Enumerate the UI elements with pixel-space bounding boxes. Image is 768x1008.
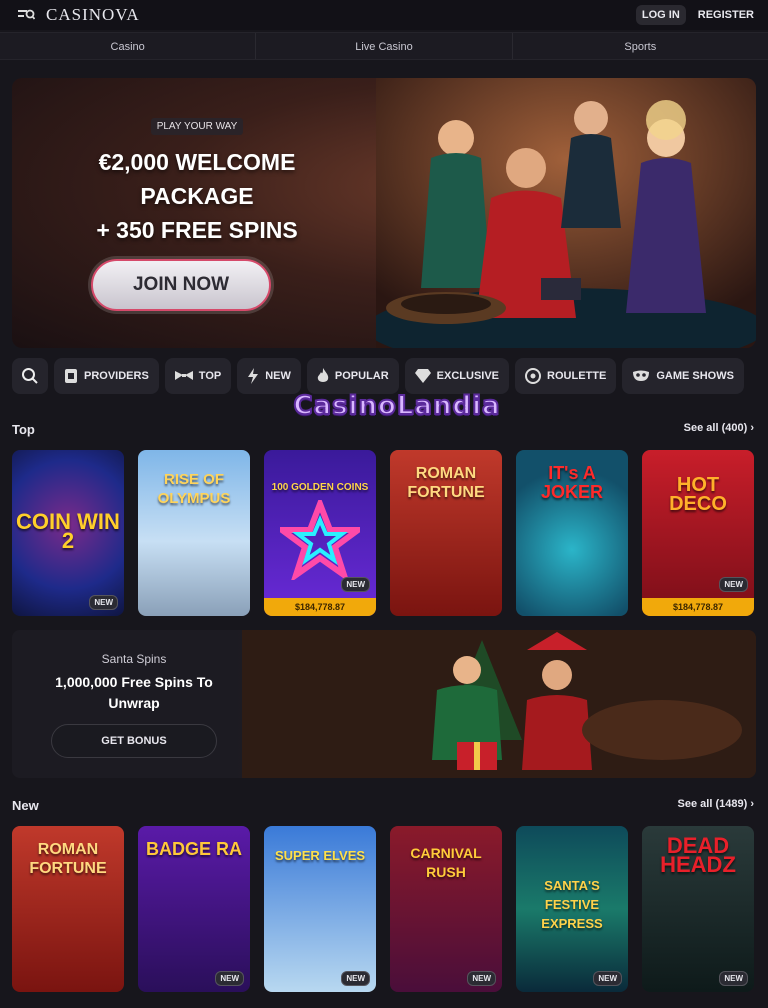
bowtie-icon — [174, 371, 193, 380]
game-card[interactable]: RISE OF OLYMPUS — [138, 450, 250, 616]
game-card[interactable]: CARNIVAL RUSH NEW — [390, 826, 502, 992]
mask-icon — [633, 370, 650, 381]
new-badge: NEW — [341, 971, 370, 986]
game-card[interactable]: SUPER ELVES NEW — [264, 826, 376, 992]
new-badge: NEW — [719, 577, 748, 592]
watermark-logo: CasinoLandia — [292, 390, 501, 422]
top-games-row: COIN WIN 2 NEW RISE OF OLYMPUS 100 GOLDE… — [12, 450, 756, 618]
hero-tag: PLAY YOUR WAY — [150, 118, 244, 135]
game-card[interactable]: BADGE RA NEW — [138, 826, 250, 992]
section-title-new: New — [12, 798, 39, 813]
jackpot-amount: $184,778.87 — [642, 598, 754, 616]
filter-providers[interactable]: PROVIDERS — [54, 358, 159, 394]
hero-illustration — [376, 78, 756, 348]
new-badge: NEW — [467, 971, 496, 986]
game-card[interactable]: HOT DECO NEW $184,778.87 — [642, 450, 754, 616]
jackpot-amount: $184,778.87 — [264, 598, 376, 616]
login-button[interactable]: LOG IN — [635, 5, 686, 25]
register-button[interactable]: REGISTER — [692, 5, 760, 25]
diamond-icon — [414, 369, 431, 383]
flame-icon — [317, 368, 329, 382]
promo-illustration — [242, 630, 756, 778]
main-nav: Casino Live Casino Sports — [0, 32, 768, 60]
game-card[interactable]: ROMAN FORTUNE — [12, 826, 124, 992]
join-now-button[interactable]: JOIN NOW — [91, 259, 271, 311]
nav-live-casino[interactable]: Live Casino — [256, 33, 513, 59]
provider-icon — [65, 369, 77, 383]
roulette-icon — [525, 368, 542, 384]
game-card[interactable]: COIN WIN 2 NEW — [12, 450, 124, 616]
filter-top[interactable]: TOP — [164, 358, 232, 394]
nav-sports[interactable]: Sports — [513, 33, 768, 59]
game-card[interactable]: IT's A JOKER — [516, 450, 628, 616]
nav-casino[interactable]: Casino — [0, 33, 257, 59]
get-bonus-button[interactable]: GET BONUS — [51, 724, 217, 758]
see-all-new-link[interactable]: See all (1489) › — [678, 798, 754, 810]
new-games-row: ROMAN FORTUNE BADGE RA NEW SUPER ELVES N… — [12, 826, 756, 994]
promo-kicker: Santa Spins — [101, 652, 167, 666]
star-icon — [280, 500, 360, 580]
filter-roulette[interactable]: ROULETTE — [515, 358, 617, 394]
new-badge: NEW — [215, 971, 244, 986]
hero-banner[interactable]: PLAY YOUR WAY €2,000 WELCOME PACKAGE + 3… — [12, 78, 756, 348]
new-badge: NEW — [341, 577, 370, 592]
new-badge: NEW — [719, 971, 748, 986]
lightning-icon — [248, 368, 259, 384]
game-card[interactable]: 100 GOLDEN COINS NEW $184,778.87 — [264, 450, 376, 616]
see-all-top-link[interactable]: See all (400) › — [684, 422, 754, 434]
game-card[interactable]: DEAD HEADZ NEW — [642, 826, 754, 992]
filter-game-shows[interactable]: GAME SHOWS — [622, 358, 744, 394]
promo-title: 1,000,000 Free Spins To Unwrap — [55, 674, 213, 711]
game-card[interactable]: SANTA'S FESTIVE EXPRESS NEW — [516, 826, 628, 992]
new-badge: NEW — [593, 971, 622, 986]
menu-search-icon[interactable] — [12, 3, 40, 27]
new-badge: NEW — [89, 595, 118, 610]
top-header: CASINOVA LOG IN REGISTER — [0, 0, 768, 30]
search-icon — [22, 368, 38, 384]
hero-title: €2,000 WELCOME PACKAGE + 350 FREE SPINS — [96, 149, 298, 243]
brand-logo[interactable]: CASINOVA — [46, 5, 140, 25]
section-title-top: Top — [12, 422, 35, 437]
search-button[interactable] — [12, 358, 48, 394]
game-card[interactable]: ROMAN FORTUNE — [390, 450, 502, 616]
santa-spins-promo[interactable]: Santa Spins 1,000,000 Free Spins To Unwr… — [12, 630, 756, 778]
